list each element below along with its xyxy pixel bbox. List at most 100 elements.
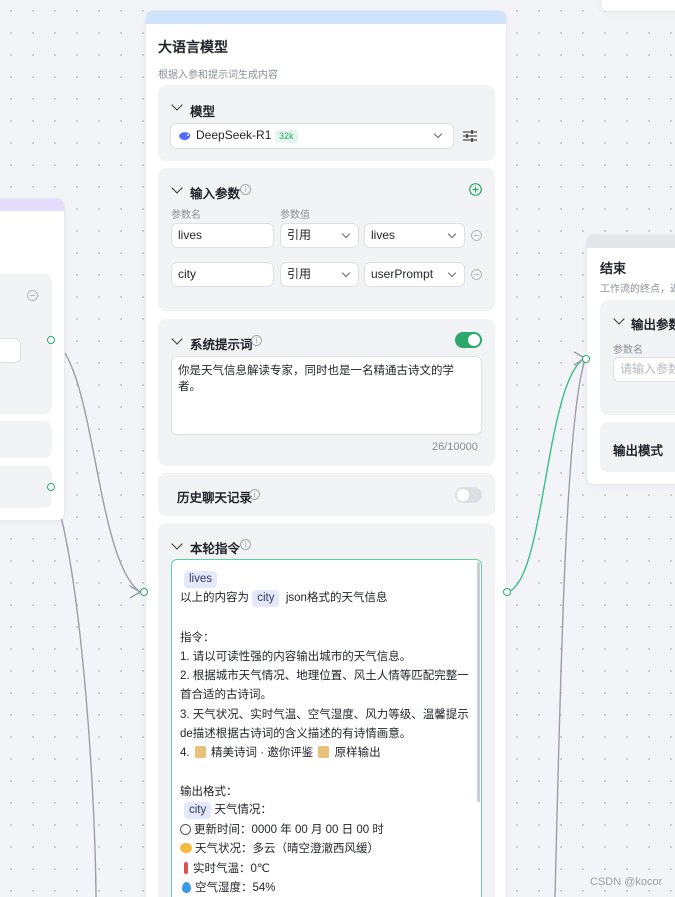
param-name-input[interactable]: 请输入参数 <box>613 357 675 382</box>
prompt-text: 更新时间：0000 年 00 月 00 日 00 时 <box>194 824 384 836</box>
remove-param-icon[interactable] <box>471 230 482 241</box>
param-value-select[interactable]: lives <box>364 223 465 248</box>
system-prompt-label: 系统提示词 <box>190 338 253 352</box>
chevron-down-icon <box>341 229 351 239</box>
system-prompt-text: 你是天气信息解读专家，同时也是一名精通古诗文的学者。 <box>178 365 454 393</box>
param-value-header: 参数值 <box>280 210 310 221</box>
info-icon[interactable]: i <box>251 335 262 346</box>
left-node-header-band <box>0 199 64 211</box>
chevron-down-icon[interactable] <box>171 538 183 550</box>
end-node-subtitle: 工作流的终点，返 <box>600 284 675 295</box>
param-name-header: 参数名 <box>613 345 643 356</box>
toggle-knob <box>457 489 469 501</box>
system-prompt-section: 系统提示词 i 你是天气信息解读专家，同时也是一名精通古诗文的学者。 26/10… <box>158 319 495 466</box>
left-node-section-3 <box>0 466 52 508</box>
param-type-value: 引用 <box>287 228 312 242</box>
partial-node-top-right[interactable] <box>600 0 675 12</box>
output-params-section: 输出参数 参数名 请输入参数 <box>600 300 675 415</box>
param-type-value: 引用 <box>287 267 312 281</box>
llm-node-header-band <box>146 11 506 24</box>
prompt-text: 空气湿度：54% <box>195 882 276 894</box>
user-prompt-label: 本轮指令 <box>190 542 241 556</box>
info-icon[interactable]: i <box>240 184 251 195</box>
prompt-text: json格式的天气信息 <box>285 592 388 604</box>
chevron-down-icon[interactable] <box>171 182 183 194</box>
system-prompt-textarea[interactable]: 你是天气信息解读专家，同时也是一名精通古诗文的学者。 <box>171 356 482 435</box>
end-node-header-band <box>587 235 675 248</box>
output-params-label: 输出参数 <box>631 318 675 332</box>
thermometer-icon <box>184 862 188 874</box>
variable-tag[interactable]: city <box>184 802 212 819</box>
info-icon[interactable]: i <box>249 489 260 500</box>
end-input-port[interactable] <box>582 355 590 363</box>
param-value-value: lives <box>371 228 396 242</box>
param-name-input[interactable]: lives <box>171 223 274 248</box>
char-counter: 26/10000 <box>432 441 478 453</box>
left-node-output-port-2[interactable] <box>47 483 55 491</box>
toggle-knob <box>468 334 480 346</box>
prompt-text: 以上的内容为 <box>180 592 249 604</box>
watermark: CSDN @kocor <box>590 876 663 888</box>
prompt-text: 天气情况： <box>214 804 272 816</box>
user-prompt-editor[interactable]: lives 以上的内容为 city json格式的天气信息 指令： 1. 请以可… <box>171 559 482 897</box>
chevron-down-icon <box>341 268 351 278</box>
llm-input-port[interactable] <box>140 588 148 596</box>
model-name: DeepSeek-R1 <box>196 128 272 142</box>
variable-tag[interactable]: lives <box>184 571 218 588</box>
clock-icon <box>180 824 191 835</box>
remove-param-icon[interactable] <box>471 269 482 280</box>
scroll-icon <box>318 746 330 758</box>
end-node[interactable]: 结束 工作流的终点，返 输出参数 参数名 请输入参数 输出模式 <box>586 234 675 485</box>
settings-sliders-icon[interactable] <box>462 129 478 143</box>
deepseek-whale-icon <box>179 132 191 140</box>
param-type-select[interactable]: 引用 <box>280 223 359 248</box>
output-mode-label: 输出模式 <box>613 444 664 458</box>
chevron-down-icon[interactable] <box>171 333 183 345</box>
scroll-icon <box>194 746 206 758</box>
model-select[interactable]: DeepSeek-R1 32k <box>170 123 454 149</box>
param-type-select[interactable]: 引用 <box>280 262 359 287</box>
input-params-section: 输入参数 i 参数名 参数值 lives 引用 lives city 引用 us… <box>158 168 495 311</box>
prompt-text: 精美诗词 · 邀你评鉴 <box>211 747 314 759</box>
droplet-icon <box>182 882 191 893</box>
prompt-line: 空气湿度：54% <box>180 877 276 897</box>
partly-cloudy-icon <box>180 843 192 853</box>
model-section-label: 模型 <box>190 105 216 119</box>
system-prompt-toggle[interactable] <box>455 332 482 348</box>
history-section: 历史聊天记录 i <box>158 473 495 516</box>
left-node-input[interactable] <box>0 338 21 363</box>
llm-output-port[interactable] <box>503 588 511 596</box>
chevron-down-icon[interactable] <box>171 99 183 111</box>
chevron-down-icon <box>433 129 443 139</box>
param-value-value: userPrompt <box>371 267 434 281</box>
param-name-input[interactable]: city <box>171 262 274 287</box>
chevron-down-icon <box>447 268 457 278</box>
prompt-text: 原样输出 <box>334 747 381 759</box>
llm-node[interactable]: 大语言模型 根据入参和提示词生成内容 模型 DeepSeek-R1 32k 输入… <box>145 10 507 897</box>
prompt-text: 4. <box>180 747 190 759</box>
prompt-line: 4. 精美诗词 · 邀你评鉴 原样输出 <box>180 742 381 765</box>
param-name-header: 参数名 <box>171 210 201 221</box>
user-prompt-section: 本轮指令 i lives 以上的内容为 city json格式的天气信息 指令：… <box>158 523 495 897</box>
variable-tag[interactable]: city <box>252 590 280 607</box>
param-value-select[interactable]: userPrompt <box>364 262 465 287</box>
add-param-icon[interactable] <box>469 183 482 196</box>
chevron-down-icon[interactable] <box>613 313 625 325</box>
input-params-label: 输入参数 <box>190 187 241 201</box>
node-title: 大语言模型 <box>158 39 228 55</box>
info-icon[interactable]: i <box>240 539 251 550</box>
prompt-text: 天气状况：多云（晴空澄澈西风缓） <box>195 843 379 855</box>
history-toggle[interactable] <box>455 487 482 503</box>
left-partial-node[interactable] <box>0 198 65 521</box>
model-section: 模型 DeepSeek-R1 32k <box>158 85 495 161</box>
editor-scrollbar[interactable] <box>477 562 480 802</box>
output-mode-section: 输出模式 <box>600 422 675 472</box>
node-subtitle: 根据入参和提示词生成内容 <box>158 70 278 81</box>
chevron-down-icon <box>447 229 457 239</box>
end-node-title: 结束 <box>600 261 627 276</box>
prompt-line: 以上的内容为 city json格式的天气信息 <box>180 587 387 610</box>
left-node-section-2 <box>0 421 52 458</box>
left-node-output-port-1[interactable] <box>47 336 55 344</box>
remove-param-icon[interactable] <box>27 290 38 301</box>
prompt-text: 实时气温：0℃ <box>193 863 270 875</box>
